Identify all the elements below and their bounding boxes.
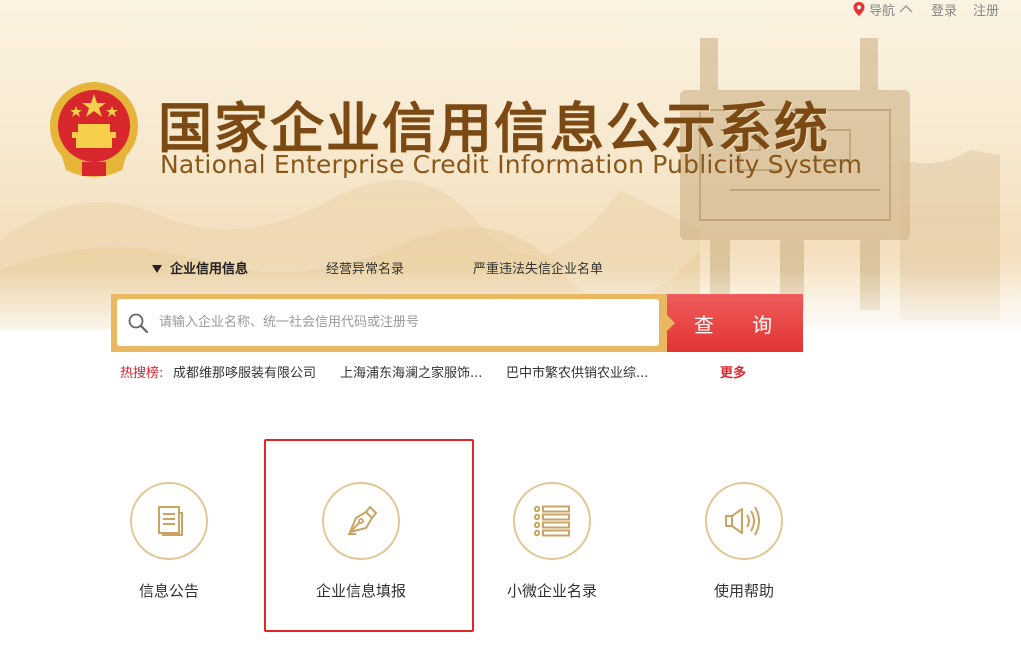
site-title-en: National Enterprise Credit Information P…: [160, 150, 863, 179]
hot-search-more-link[interactable]: 更多: [720, 362, 746, 381]
location-pin-icon: [853, 2, 865, 16]
feature-label: 使用帮助: [713, 582, 774, 600]
feature-circle: [705, 482, 783, 560]
caret-down-icon: [152, 264, 162, 273]
search-icon: [128, 313, 149, 333]
hot-search: 热搜榜: 成都维那哆服装有限公司 上海浦东海澜之家服饰... 巴中市繁农供销农业…: [120, 362, 746, 381]
hot-search-label: 热搜榜:: [120, 366, 164, 381]
search-box-frame: [111, 294, 667, 352]
tab-serious-violations[interactable]: 严重违法失信企业名单: [473, 258, 603, 277]
register-link[interactable]: 注册: [973, 0, 999, 19]
feature-usage-help[interactable]: 使用帮助: [674, 482, 814, 601]
feature-small-enterprise-list[interactable]: 小微企业名录: [482, 482, 622, 601]
top-bar: 导航 登录 注册: [853, 0, 999, 19]
search-bar: 查 询: [111, 294, 803, 352]
tab-enterprise-credit[interactable]: 企业信用信息: [152, 258, 248, 277]
feature-label: 信息公告: [138, 582, 199, 600]
search-input[interactable]: [157, 314, 631, 331]
chevron-up-icon[interactable]: [899, 4, 913, 14]
list-icon: [533, 505, 570, 537]
search-button[interactable]: 查 询: [667, 294, 803, 352]
login-link[interactable]: 登录: [931, 0, 957, 19]
hot-search-item[interactable]: 巴中市繁农供销农业综...: [506, 362, 648, 381]
document-icon: [158, 506, 183, 536]
tab-abnormal-operations[interactable]: 经营异常名录: [326, 258, 404, 277]
feature-info-announcement[interactable]: 信息公告: [99, 482, 239, 601]
feature-label: 小微企业名录: [506, 582, 597, 600]
search-inner: [117, 299, 659, 346]
hot-search-item[interactable]: 上海浦东海澜之家服饰...: [340, 362, 482, 381]
hot-search-item[interactable]: 成都维那哆服装有限公司: [173, 362, 316, 381]
search-button-arrow: [667, 315, 675, 331]
selection-highlight-box: [264, 439, 474, 632]
feature-circle: [513, 482, 591, 560]
nav-link[interactable]: 导航: [869, 0, 895, 19]
speaker-icon: [725, 506, 760, 536]
national-emblem-icon: [50, 82, 138, 177]
feature-circle: [130, 482, 208, 560]
